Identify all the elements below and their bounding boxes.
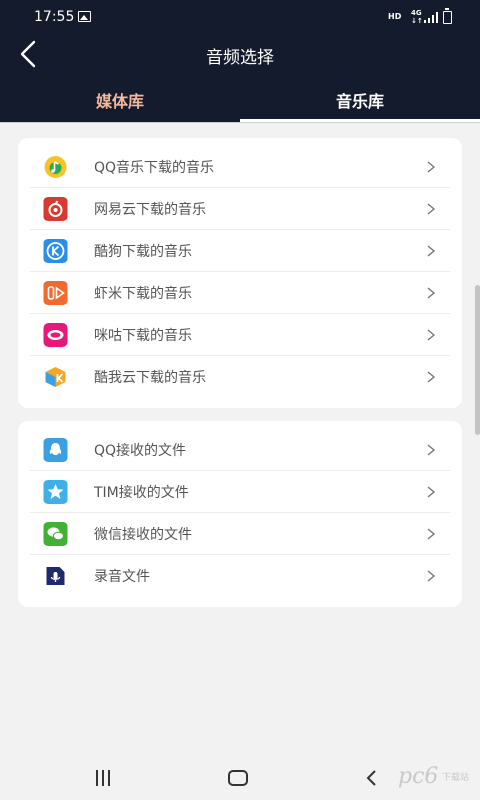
tab-media-library-label: 媒体库 [95,92,144,111]
list-item-recordings[interactable]: 录音文件 [18,555,462,597]
signal-icon [424,12,438,23]
nav-back-button[interactable] [364,768,378,788]
list-item-kuwo[interactable]: 酷我云下载的音乐 [18,356,462,398]
tim-icon [43,480,68,504]
chevron-right-icon [427,203,436,215]
page-title: 音频选择 [206,48,274,68]
list-item-label: QQ接收的文件 [94,443,187,459]
list-item-tim-files[interactable]: TIM接收的文件 [18,471,462,513]
chevron-right-icon [427,528,436,540]
list-item-qq-music[interactable]: QQ音乐下载的音乐 [18,146,462,188]
kugou-icon [43,239,68,263]
tab-music-library[interactable]: 音乐库 [240,86,480,122]
status-time: 17:55 [34,9,75,25]
qq-music-icon [44,156,67,178]
list-item-label: 虾米下载的音乐 [94,286,192,302]
list-item-label: TIM接收的文件 [94,485,189,501]
netease-cloud-music-icon [43,197,68,221]
xiami-icon [43,281,68,305]
list-item-label: 录音文件 [94,569,150,585]
list-item-label: 咪咕下载的音乐 [94,328,192,344]
chevron-right-icon [427,161,436,173]
chevron-right-icon [427,245,436,257]
watermark-text: pc6 [398,764,439,789]
list-item-label: QQ音乐下载的音乐 [94,160,215,176]
list-item-label: 酷我云下载的音乐 [94,370,206,386]
header: 音频选择 媒体库 音乐库 [0,34,480,122]
music-source-card: QQ音乐下载的音乐 网易云下载的音乐 酷狗下载的音乐 虾米下载的音乐 咪咕下载的… [18,138,462,408]
recents-button[interactable] [92,770,114,786]
list-item-label: 酷狗下载的音乐 [94,244,192,260]
battery-icon [443,8,452,24]
gallery-notification-icon [78,11,91,22]
header-divider [0,122,480,123]
network-activity: ↓↑ [411,17,423,25]
list-item-netease[interactable]: 网易云下载的音乐 [18,188,462,230]
wechat-icon [43,522,68,546]
home-button[interactable] [228,770,248,786]
chevron-right-icon [427,371,436,383]
qq-icon [43,438,68,462]
watermark-sub-label: 下载站 [442,773,470,783]
tab-music-library-label: 音乐库 [335,92,384,111]
list-item-label: 微信接收的文件 [94,527,192,543]
scrollbar[interactable] [475,285,480,435]
list-item-kugou[interactable]: 酷狗下载的音乐 [18,230,462,272]
migu-icon [43,323,68,347]
chevron-right-icon [427,444,436,456]
list-item-wechat-files[interactable]: 微信接收的文件 [18,513,462,555]
hd-indicator: HD [388,12,402,21]
list-item-label: 网易云下载的音乐 [94,202,206,218]
watermark: pc6 下载站 [398,764,478,794]
list-item-xiami[interactable]: 虾米下载的音乐 [18,272,462,314]
kuwo-icon [45,367,66,387]
network-indicator: 4G ↓↑ [411,9,423,25]
file-source-card: QQ接收的文件 TIM接收的文件 微信接收的文件 录音文件 [18,421,462,607]
recorder-icon [46,567,65,585]
chevron-right-icon [427,570,436,582]
list-item-qq-files[interactable]: QQ接收的文件 [18,429,462,471]
list-item-migu[interactable]: 咪咕下载的音乐 [18,314,462,356]
chevron-right-icon [427,287,436,299]
chevron-right-icon [427,486,436,498]
status-bar: 17:55 HD 4G ↓↑ [0,0,480,34]
tab-media-library[interactable]: 媒体库 [0,86,240,122]
network-type: 4G [411,9,422,17]
chevron-right-icon [427,329,436,341]
